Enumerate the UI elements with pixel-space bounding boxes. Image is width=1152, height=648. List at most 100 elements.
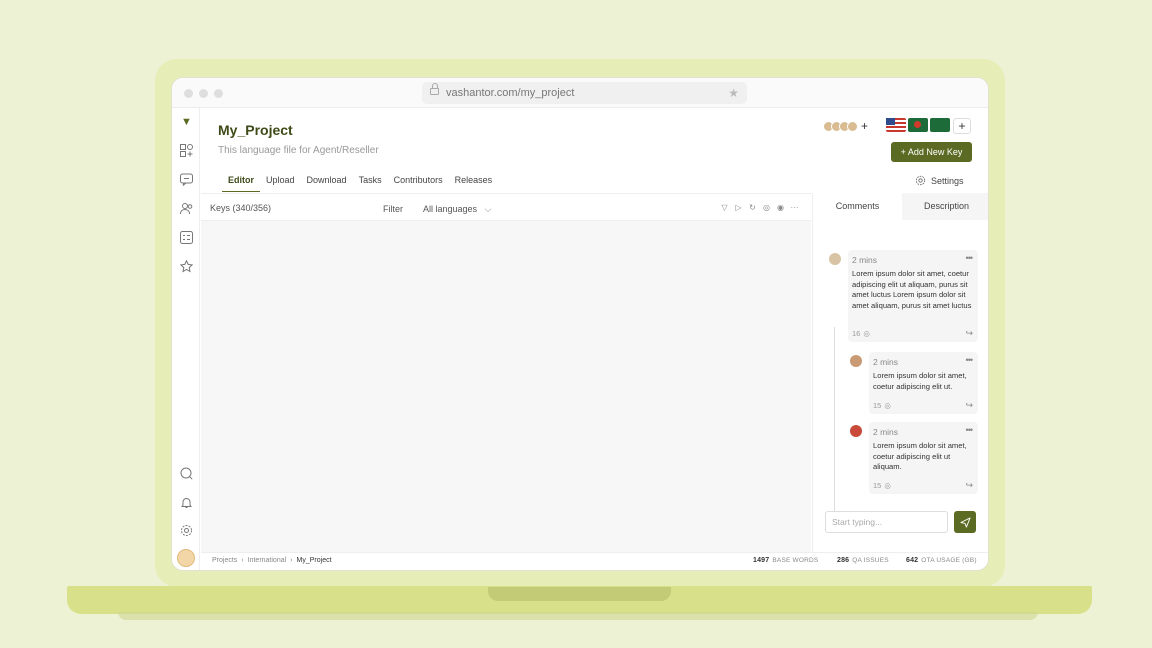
eye-icon: ◎ (863, 329, 870, 338)
laptop-shadow (118, 612, 1038, 620)
avatar (850, 425, 862, 437)
stat-label: OTA USAGE (GB) (921, 557, 977, 564)
bell-icon[interactable] (178, 494, 194, 510)
more-icon[interactable]: ••• (966, 253, 974, 263)
toolbar-icons: ▽ ▷ ↻ ◎ ◉ ··· (720, 203, 799, 212)
tab-download[interactable]: Download (301, 175, 353, 192)
comment-views: 15 ◎ (873, 481, 891, 490)
add-contributor-icon[interactable]: + (861, 119, 868, 133)
share-icon[interactable]: ↪ (965, 480, 973, 491)
eye-icon: ◎ (884, 481, 891, 490)
comment-text: Lorem ipsum dolor sit amet, coetur adipi… (873, 371, 967, 391)
tab-tasks[interactable]: Tasks (353, 175, 388, 192)
stat-value: 286 (837, 557, 850, 564)
share-icon[interactable]: ↪ (965, 400, 973, 411)
browser-chrome: vashantor.com/my_project ★ (172, 78, 988, 108)
tab-contributors[interactable]: Contributors (388, 175, 449, 192)
send-button[interactable] (954, 511, 976, 533)
comment-views: 15 ◎ (873, 401, 891, 410)
stat-base-words: 1497 BASE WORDS (753, 557, 818, 564)
comment-card: 2 mins ••• Lorem ipsum dolor sit amet, c… (848, 250, 978, 342)
keys-count: Keys (340/356) (210, 203, 272, 213)
chevron-down-icon: ⌵ (484, 204, 492, 214)
user-icon[interactable]: ◉ (776, 203, 785, 212)
window-close-dot[interactable] (184, 89, 193, 98)
settings-label: Settings (931, 175, 964, 186)
sa-flag-icon[interactable] (930, 118, 950, 132)
us-flag-icon[interactable] (886, 118, 906, 132)
stat-qa-issues: 286 QA ISSUES (837, 557, 889, 564)
panel-tabs: Comments Description (813, 193, 988, 220)
status-bar: Projects › International › My_Project 14… (201, 552, 988, 570)
chat-icon[interactable] (178, 171, 194, 187)
laptop-notch (488, 587, 671, 601)
more-icon[interactable]: ••• (966, 355, 974, 365)
editor-area[interactable] (201, 221, 811, 552)
settings-button[interactable]: Settings (915, 175, 964, 186)
chevron-right-icon: › (290, 557, 293, 564)
thread-line (834, 327, 835, 525)
add-language-button[interactable]: + (953, 118, 971, 134)
dashboard-icon[interactable] (178, 142, 194, 158)
breadcrumb: Projects › International › My_Project (212, 557, 332, 564)
user-avatar[interactable] (177, 549, 195, 567)
more-icon[interactable]: ··· (790, 203, 799, 212)
bd-flag-icon[interactable] (908, 118, 928, 132)
main-content: My_Project This language file for Agent/… (201, 108, 988, 552)
comments-panel: Comments Description 2 mins ••• Lorem ip… (812, 193, 988, 552)
star-icon[interactable] (178, 258, 194, 274)
share-icon[interactable]: ↪ (965, 328, 973, 339)
window-maximize-dot[interactable] (214, 89, 223, 98)
search-icon[interactable] (178, 465, 194, 481)
stat-label: BASE WORDS (772, 557, 819, 564)
view-count: 15 (873, 401, 882, 410)
contributor-avatars[interactable]: + (823, 119, 868, 133)
editor-toolbar: Keys (340/356) Filter All languages ⌵ ▽ … (201, 193, 811, 221)
tab-editor[interactable]: Editor (222, 175, 260, 192)
bookmark-star-icon[interactable]: ★ (728, 82, 739, 104)
add-new-key-button[interactable]: + Add New Key (891, 142, 972, 162)
view-count: 15 (873, 481, 882, 490)
window-minimize-dot[interactable] (199, 89, 208, 98)
comment-card: 2 mins ••• Lorem ipsum dolor sit amet, c… (869, 422, 978, 494)
tab-description[interactable]: Description (902, 193, 988, 220)
play-icon[interactable]: ▷ (734, 203, 743, 212)
comment-text: Lorem ipsum dolor sit amet, coetur adipi… (852, 269, 972, 310)
chevron-right-icon: › (241, 557, 244, 564)
gear-icon (915, 175, 926, 186)
comment-time: 2 mins (873, 357, 899, 367)
breadcrumb-projects[interactable]: Projects (212, 557, 237, 564)
view-count: 16 (852, 329, 861, 338)
comment-time: 2 mins (852, 255, 878, 265)
avatar (847, 120, 858, 132)
stat-value: 642 (906, 557, 919, 564)
more-icon[interactable]: ••• (966, 425, 974, 435)
language-flags (886, 118, 950, 132)
stat-label: QA ISSUES (852, 557, 889, 564)
breadcrumb-current: My_Project (296, 557, 332, 564)
globe-icon[interactable]: ◎ (762, 203, 771, 212)
language-select[interactable]: All languages ⌵ (423, 204, 491, 215)
logo-icon[interactable]: ▼ (181, 116, 192, 128)
sidebar: ▼ (172, 108, 200, 570)
users-icon[interactable] (178, 200, 194, 216)
comment-card: 2 mins ••• Lorem ipsum dolor sit amet, c… (869, 352, 978, 414)
refresh-icon[interactable]: ↻ (748, 203, 757, 212)
page-subtitle: This language file for Agent/Reseller (218, 145, 379, 156)
lock-icon (430, 83, 439, 95)
filter-button[interactable]: Filter (383, 204, 403, 214)
funnel-icon[interactable]: ▽ (720, 203, 729, 212)
gear-icon[interactable] (178, 522, 194, 538)
breadcrumb-international[interactable]: International (248, 557, 287, 564)
tab-comments[interactable]: Comments (813, 193, 902, 220)
tab-releases[interactable]: Releases (449, 175, 499, 192)
tab-upload[interactable]: Upload (260, 175, 301, 192)
eye-icon: ◎ (884, 401, 891, 410)
comment-input[interactable]: Start typing... (825, 511, 948, 533)
address-bar[interactable]: vashantor.com/my_project ★ (422, 82, 747, 104)
stat-ota-usage: 642 OTA USAGE (GB) (906, 557, 977, 564)
comment-time: 2 mins (873, 427, 899, 437)
comment-text: Lorem ipsum dolor sit amet, coetur adipi… (873, 441, 967, 472)
tasks-icon[interactable] (178, 229, 194, 245)
stat-value: 1497 (753, 557, 770, 564)
